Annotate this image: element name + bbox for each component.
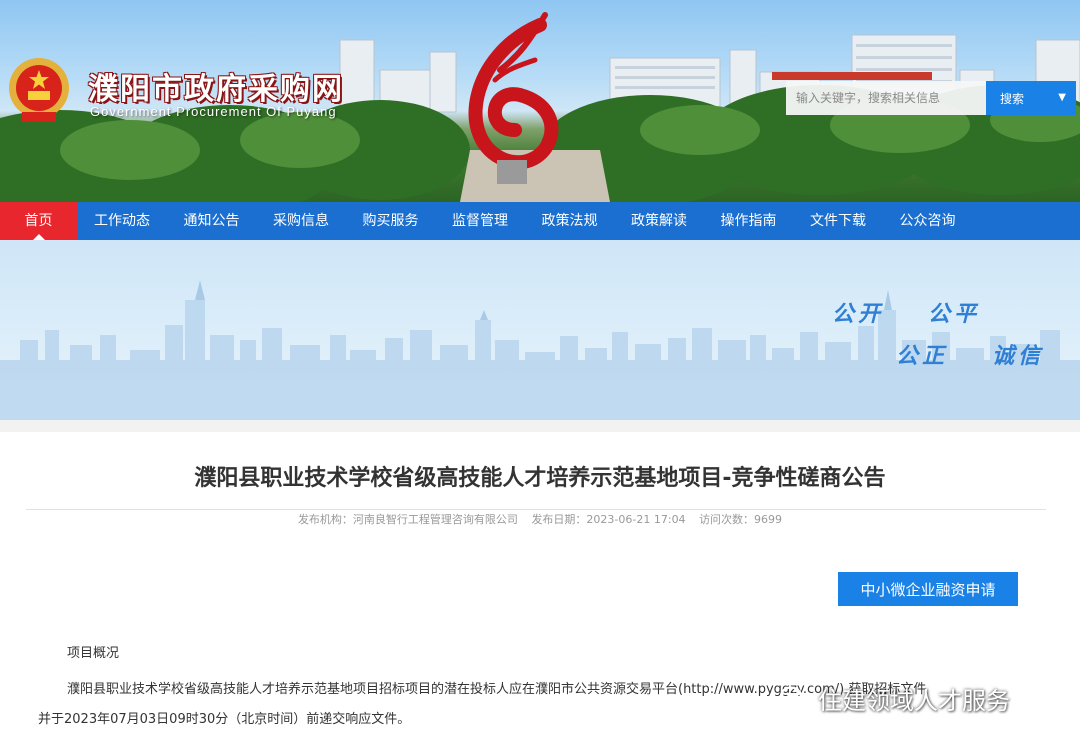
search-button-label: 搜索 [1000, 91, 1025, 106]
nav-item-procurement-info[interactable]: 采购信息 [256, 202, 346, 240]
meta-visits: 访问次数：9699 [699, 513, 783, 526]
title-divider [26, 509, 1046, 510]
watermark-text: 住建领域人才服务 [818, 686, 1010, 715]
article-title: 濮阳县职业技术学校省级高技能人才培养示范基地项目-竞争性磋商公告 [194, 466, 886, 491]
meta-date: 发布日期：2023-06-21 17:04 [531, 513, 686, 526]
national-emblem-icon [9, 58, 69, 122]
slogan-banner: 公开 公平 公正 诚信 [0, 240, 1080, 420]
wechat-icon [780, 686, 810, 710]
article-paragraph-line2: 并于2023年07月03日09时30分（北京时间）前递交响应文件。 [38, 712, 411, 727]
nav-item-guides[interactable]: 操作指南 [704, 202, 793, 240]
site-title[interactable]: 濮阳市政府采购网 [88, 64, 344, 108]
nav-item-public-consultation[interactable]: 公众咨询 [883, 202, 972, 240]
slogan-openness: 公开 [832, 301, 885, 327]
chevron-down-icon: ▼ [1058, 92, 1066, 103]
slogan-fairness: 公平 [928, 301, 981, 327]
main-nav: 首页 工作动态 通知公告 采购信息 购买服务 监督管理 政策法规 政策解读 操作… [0, 202, 1080, 240]
article-meta: 发布机构：河南良智行工程管理咨询有限公司 发布日期：2023-06-21 17:… [0, 511, 1080, 527]
sme-financing-button[interactable]: 中小微企业融资申请 [838, 572, 1018, 606]
nav-item-home[interactable]: 首页 [0, 202, 77, 240]
slogan-justice: 公正 [896, 343, 949, 369]
search-button[interactable]: 搜索 ▼ [986, 81, 1076, 115]
nav-item-supervision[interactable]: 监督管理 [435, 202, 525, 240]
nav-item-policy-interpretation[interactable]: 政策解读 [614, 202, 704, 240]
meta-publisher: 发布机构：河南良智行工程管理咨询有限公司 [297, 513, 518, 526]
nav-item-notices[interactable]: 通知公告 [167, 202, 256, 240]
section-label-overview: 项目概况 [67, 646, 120, 661]
nav-item-downloads[interactable]: 文件下载 [793, 202, 883, 240]
city-skyline [0, 280, 1080, 420]
search-input[interactable] [786, 81, 986, 115]
site-header: 濮阳市政府采购网 Government Procurement Of Puyan… [0, 0, 1080, 202]
nav-item-work-news[interactable]: 工作动态 [77, 202, 167, 240]
site-subtitle: Government Procurement Of Puyang [90, 104, 337, 119]
wechat-watermark: 住建领域人才服务 [780, 680, 1010, 716]
slogan-integrity: 诚信 [992, 343, 1045, 369]
nav-item-policies[interactable]: 政策法规 [525, 202, 614, 240]
nav-item-purchase-services[interactable]: 购买服务 [346, 202, 435, 240]
